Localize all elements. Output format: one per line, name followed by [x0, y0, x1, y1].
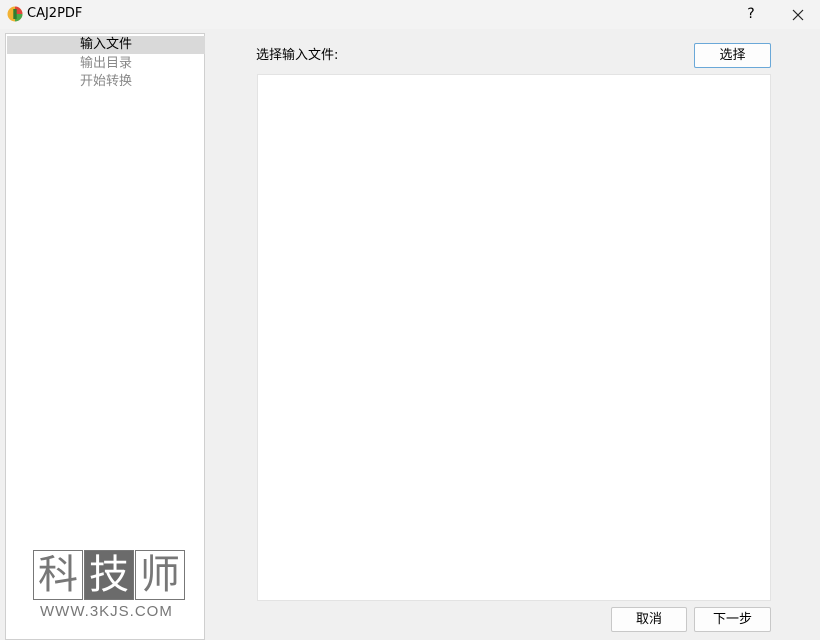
close-icon	[792, 9, 804, 20]
wizard-steps-sidebar: 输入文件 输出目录 开始转换	[5, 33, 205, 640]
help-button[interactable]: ?	[736, 0, 766, 29]
watermark-char: 科	[33, 550, 83, 600]
watermark-logo: 科 技 师 WWW.3KJS.COM	[33, 550, 186, 620]
watermark-char: 师	[135, 550, 185, 600]
cancel-button[interactable]: 取消	[611, 607, 687, 632]
title-bar: CAJ2PDF ?	[0, 0, 820, 29]
step-start-conversion[interactable]: 开始转换	[7, 73, 205, 91]
caj2pdf-app-icon	[7, 6, 23, 22]
step-input-files[interactable]: 输入文件	[7, 36, 205, 54]
watermark-url: WWW.3KJS.COM	[40, 603, 173, 620]
select-files-button[interactable]: 选择	[694, 43, 771, 68]
close-button[interactable]	[780, 0, 816, 29]
next-button[interactable]: 下一步	[694, 607, 771, 632]
window-title: CAJ2PDF	[27, 6, 83, 21]
step-output-directory[interactable]: 输出目录	[7, 55, 205, 73]
input-file-list[interactable]	[257, 74, 771, 601]
watermark-char: 技	[84, 550, 134, 600]
input-files-label: 选择输入文件:	[256, 48, 339, 63]
